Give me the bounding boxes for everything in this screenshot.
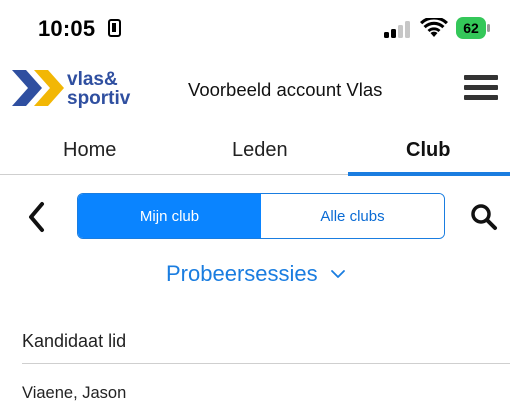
segment-mijn-club[interactable]: Mijn club (78, 194, 261, 238)
account-name: Voorbeeld account Vlas (188, 79, 383, 100)
logo-text-line1: vlas& (67, 69, 118, 90)
dropdown-label: Probeersessies (166, 261, 318, 286)
club-scope-segmented-control: Mijn club Alle clubs (77, 193, 445, 239)
search-icon[interactable] (470, 203, 498, 231)
menu-icon[interactable] (464, 75, 498, 101)
battery-icon: 62 (456, 17, 490, 39)
tab-club[interactable]: Club (406, 139, 450, 162)
status-time: 10:05 (38, 16, 96, 41)
section-header: Kandidaat lid (22, 331, 127, 351)
back-chevron-icon[interactable] (26, 200, 46, 234)
battery-level: 62 (463, 20, 479, 36)
tab-leden[interactable]: Leden (232, 139, 288, 162)
segment-alle-clubs[interactable]: Alle clubs (261, 194, 444, 238)
cellular-signal-icon (384, 20, 412, 38)
list-item[interactable]: Viaene, Jason (22, 384, 126, 403)
tab-home[interactable]: Home (63, 139, 116, 162)
vlas-sportiv-logo[interactable]: vlas& sportiv (12, 66, 162, 112)
session-type-dropdown[interactable]: Probeersessies (166, 261, 346, 287)
sim-card-icon (108, 19, 121, 37)
wifi-icon (420, 18, 448, 37)
logo-text-line2: sportiv (67, 88, 131, 109)
active-tab-indicator (348, 172, 510, 176)
list-divider (22, 363, 510, 364)
chevron-down-icon (330, 270, 345, 278)
